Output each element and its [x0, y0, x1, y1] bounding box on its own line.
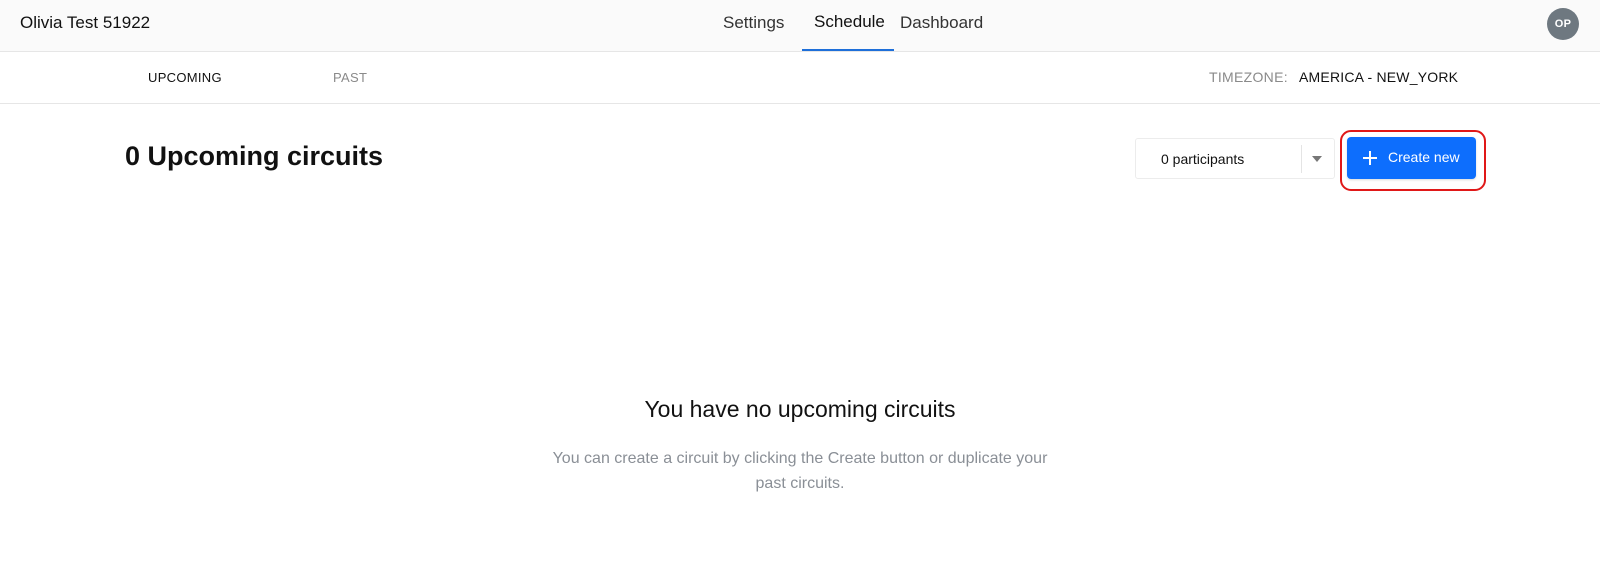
- main-nav: Settings Schedule Dashboard: [0, 0, 1600, 52]
- page-title: 0 Upcoming circuits: [125, 141, 384, 171]
- create-new-label: Create new: [1388, 149, 1460, 165]
- nav-dashboard[interactable]: Dashboard: [900, 13, 983, 33]
- empty-state-title: You have no upcoming circuits: [644, 396, 956, 422]
- timezone-value[interactable]: AMERICA - NEW_YORK: [1299, 69, 1458, 85]
- participants-select[interactable]: 0 participants: [1135, 138, 1335, 179]
- chevron-down-icon[interactable]: [1312, 156, 1322, 162]
- nav-schedule[interactable]: Schedule: [814, 12, 885, 32]
- create-new-button[interactable]: Create new: [1347, 137, 1476, 179]
- top-header: Olivia Test 51922 Settings Schedule Dash…: [0, 0, 1600, 52]
- user-avatar[interactable]: OP: [1547, 8, 1579, 40]
- nav-settings[interactable]: Settings: [723, 13, 784, 33]
- select-divider: [1301, 145, 1302, 173]
- sub-header: UPCOMING PAST TIMEZONE: AMERICA - NEW_YO…: [0, 52, 1600, 104]
- timezone-label: TIMEZONE:: [1209, 69, 1288, 85]
- tab-past[interactable]: PAST: [333, 70, 367, 85]
- empty-state-description: You can create a circuit by clicking the…: [552, 450, 1048, 492]
- plus-icon: [1363, 151, 1377, 165]
- tab-upcoming[interactable]: UPCOMING: [148, 70, 222, 85]
- nav-active-indicator: [802, 49, 894, 51]
- participants-select-value: 0 participants: [1161, 151, 1245, 167]
